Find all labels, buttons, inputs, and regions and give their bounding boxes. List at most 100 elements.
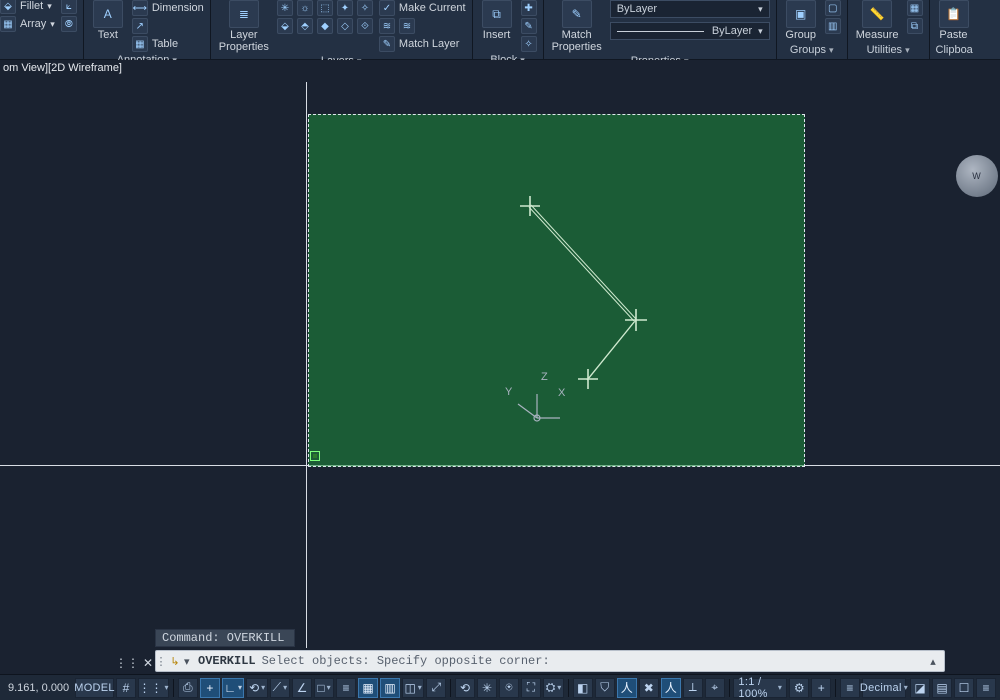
- measure-button[interactable]: 📏 Measure: [854, 0, 901, 41]
- command-line[interactable]: ⋮ ↳ ▾ OVERKILL Select objects: Specify o…: [155, 650, 945, 672]
- 3dosnap-toggle[interactable]: ◫▾: [402, 678, 424, 698]
- units-readout[interactable]: Decimal▾: [862, 678, 906, 698]
- selection-cycle-toggle[interactable]: ▥: [380, 678, 400, 698]
- 2dosnap-toggle[interactable]: □▾: [314, 678, 334, 698]
- snap-toggle[interactable]: ⋮⋮▾: [138, 678, 169, 698]
- status-gear[interactable]: ⚙: [789, 678, 809, 698]
- zoom-plus[interactable]: +: [811, 678, 831, 698]
- status-d2[interactable]: ▤: [932, 678, 952, 698]
- paste-icon: 📋: [939, 0, 969, 28]
- measure-icon: 📏: [862, 0, 892, 28]
- block-edit-icon[interactable]: ✎: [521, 18, 537, 34]
- annoscale-toggle[interactable]: ⟲: [455, 678, 475, 698]
- array-label: Array: [20, 18, 46, 30]
- command-text[interactable]: OVERKILL Select objects: Specify opposit…: [198, 654, 922, 668]
- command-recent-icon[interactable]: ↳: [166, 655, 184, 668]
- layer-state-g[interactable]: ⬘: [297, 18, 313, 34]
- match-layer-button[interactable]: ✎ Match Layer: [379, 36, 466, 52]
- view-scale[interactable]: 1:1 / 100%▾: [733, 678, 787, 698]
- layer-misc-a[interactable]: ≋: [379, 18, 395, 34]
- group-edit-icon[interactable]: ▥: [825, 18, 841, 34]
- util-b-icon[interactable]: ⧉: [907, 18, 923, 34]
- ann-monitor-toggle[interactable]: ✳: [477, 678, 497, 698]
- ann-visibility-toggle[interactable]: ⍟: [499, 678, 519, 698]
- groups-panel-title[interactable]: Groups▾: [783, 42, 841, 59]
- insert-button[interactable]: ⧉ Insert: [479, 0, 515, 41]
- grid-toggle[interactable]: #: [116, 678, 136, 698]
- command-line-grip[interactable]: ⋮: [156, 655, 166, 668]
- layer-state-f[interactable]: ⬙: [277, 18, 293, 34]
- block-create-icon[interactable]: ✚: [521, 0, 537, 16]
- linetype-select[interactable]: ByLayer ▾: [610, 22, 770, 40]
- paste-button[interactable]: 📋 Paste: [936, 0, 972, 41]
- layer-state-h[interactable]: ◆: [317, 18, 333, 34]
- insert-icon: ⧉: [482, 0, 512, 28]
- block-attr-icon[interactable]: ✧: [521, 36, 537, 52]
- xref-toggle[interactable]: ⛶: [521, 678, 541, 698]
- transparency-toggle[interactable]: ▦: [358, 678, 378, 698]
- group-icon: ▣: [786, 0, 816, 28]
- layer-state-i[interactable]: ◇: [337, 18, 353, 34]
- coordinates-readout[interactable]: 9.161, 0.000: [4, 682, 73, 694]
- layer-state-j[interactable]: ⟐: [357, 18, 373, 34]
- status-p2[interactable]: ⛉: [595, 678, 615, 698]
- match-layer-icon: ✎: [379, 36, 395, 52]
- utilities-panel-title[interactable]: Utilities▾: [854, 42, 923, 59]
- status-p8[interactable]: ≡: [840, 678, 860, 698]
- cmd-handle-icon[interactable]: ⋮⋮: [115, 656, 139, 670]
- view-label[interactable]: om View][2D Wireframe]: [0, 60, 125, 76]
- status-p6[interactable]: ⟂: [683, 678, 703, 698]
- crosshair-vertical: [306, 82, 307, 648]
- crosshair-horizontal: [0, 465, 1000, 466]
- lineweight-toggle[interactable]: ≡: [336, 678, 356, 698]
- fillet-button[interactable]: ⬙ Fillet ▾: [0, 0, 55, 14]
- util-a-icon[interactable]: ▦: [907, 0, 923, 16]
- status-p7[interactable]: ⌖: [705, 678, 725, 698]
- isodraft-toggle[interactable]: ⟋▾: [270, 678, 290, 698]
- command-dropdown-icon[interactable]: ▾: [184, 655, 198, 668]
- text-button[interactable]: A Text: [90, 0, 126, 41]
- make-current-button[interactable]: ✓ Make Current: [379, 0, 466, 16]
- layer-misc-b[interactable]: ≋: [399, 18, 415, 34]
- status-p4[interactable]: ✖: [639, 678, 659, 698]
- dyn-input-toggle[interactable]: +: [200, 678, 220, 698]
- ortho-toggle[interactable]: ∟▾: [222, 678, 245, 698]
- viewcube[interactable]: W: [956, 155, 998, 197]
- infer-toggle[interactable]: ⎙: [178, 678, 198, 698]
- ucs-x-label: X: [558, 387, 566, 399]
- layer-properties-button[interactable]: ≣ Layer Properties: [217, 0, 271, 53]
- modify-sub1[interactable]: ⟀: [61, 0, 77, 14]
- text-icon: A: [93, 0, 123, 28]
- modify-sub2[interactable]: ⦾: [61, 16, 77, 32]
- status-d1[interactable]: ◪: [910, 678, 930, 698]
- layer-state-c[interactable]: ⬚: [317, 0, 333, 16]
- table-button[interactable]: ▦ Table: [132, 36, 204, 52]
- layer-state-d[interactable]: ✦: [337, 0, 353, 16]
- match-properties-button[interactable]: ✎ Match Properties: [550, 0, 604, 53]
- layer-state-a[interactable]: ✳: [277, 0, 293, 16]
- quick-props-toggle[interactable]: ⤢: [426, 678, 446, 698]
- fillet-label: Fillet: [20, 0, 43, 12]
- status-d3[interactable]: ☐: [954, 678, 974, 698]
- workspace-switch[interactable]: ⛭▾: [543, 678, 564, 698]
- otrack-toggle[interactable]: ∠: [292, 678, 312, 698]
- polar-toggle[interactable]: ⟲▾: [246, 678, 267, 698]
- drawing-viewport[interactable]: om View][2D Wireframe] X Z Y W: [0, 60, 1000, 648]
- cmd-close-icon[interactable]: ✕: [143, 656, 153, 670]
- model-space-button[interactable]: MODEL: [75, 678, 114, 698]
- status-d4[interactable]: ≡: [976, 678, 996, 698]
- array-button[interactable]: ▦ Array ▾: [0, 16, 55, 32]
- command-expand-icon[interactable]: ▴: [922, 655, 944, 668]
- status-p1[interactable]: ◧: [573, 678, 593, 698]
- ungroup-icon[interactable]: ▢: [825, 0, 841, 16]
- dimension-button[interactable]: ⟷ Dimension: [132, 0, 204, 16]
- status-p3[interactable]: 人: [617, 678, 637, 698]
- layer-state-b[interactable]: ☼: [297, 0, 313, 16]
- status-p5[interactable]: 人: [661, 678, 681, 698]
- fillet-icon: ⬙: [0, 0, 16, 14]
- clipboard-panel-title[interactable]: Clipboa: [936, 42, 973, 59]
- color-select[interactable]: ByLayer▾: [610, 0, 770, 18]
- group-button[interactable]: ▣ Group: [783, 0, 819, 41]
- leader-button[interactable]: ↗: [132, 18, 204, 34]
- layer-state-e[interactable]: ✧: [357, 0, 373, 16]
